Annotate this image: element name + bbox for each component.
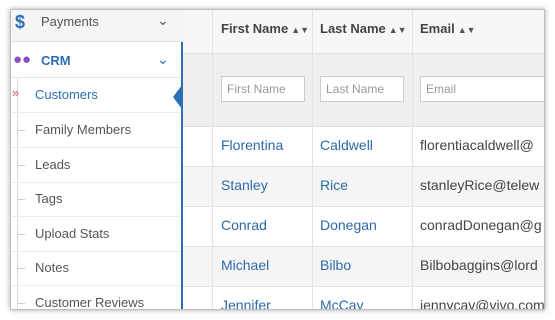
column-divider [212, 10, 213, 309]
last-name-cell[interactable]: Rice [320, 177, 348, 193]
table-row[interactable]: Michael Bilbo Bilbobaggins@lord [183, 247, 544, 287]
sidebar-item-crm[interactable]: ●● CRM ⌄ [11, 42, 181, 78]
sidebar-item-tags[interactable]: Tags [11, 182, 181, 217]
email-cell: jennycay@vivo.com [420, 297, 545, 310]
email-cell: florentiacaldwell@ [420, 137, 534, 153]
sidebar-item-notes[interactable]: Notes [11, 251, 181, 286]
first-name-cell[interactable]: Stanley [221, 177, 268, 193]
tree-branch [17, 234, 25, 235]
sidebar-item-customers[interactable]: » Customers [11, 78, 181, 113]
chevron-down-icon: ⌄ [157, 12, 169, 28]
column-header-last-name[interactable]: Last Name ▲▼ [312, 10, 412, 53]
tree-branch [17, 303, 25, 304]
email-cell: conradDonegan@g [420, 217, 542, 233]
sidebar-item-upload-stats[interactable]: Upload Stats [11, 217, 181, 252]
table-row[interactable]: Stanley Rice stanleyRice@telew [183, 167, 544, 207]
sidebar-item-family-members[interactable]: Family Members [11, 113, 181, 148]
sidebar-item-label: Customer Reviews [35, 295, 145, 310]
column-header-email[interactable]: Email ▲▼ [412, 10, 544, 53]
tree-branch [17, 199, 25, 200]
first-name-cell[interactable]: Florentina [221, 137, 283, 153]
column-divider [412, 10, 413, 309]
sidebar-item-customer-reviews[interactable]: Customer Reviews [11, 286, 181, 310]
last-name-cell[interactable]: Donegan [320, 217, 377, 233]
email-filter-input[interactable] [420, 76, 544, 102]
tree-branch [17, 165, 25, 166]
last-name-filter-input[interactable] [320, 76, 404, 102]
first-name-cell[interactable]: Conrad [221, 217, 267, 233]
column-header-first-name[interactable]: First Name ▲▼ [213, 10, 313, 53]
tree-branch [17, 130, 25, 131]
chevron-down-icon: ⌄ [157, 51, 169, 67]
last-name-cell[interactable]: Bilbo [320, 257, 351, 273]
column-divider [312, 10, 313, 309]
email-cell: Bilbobaggins@lord [420, 257, 538, 273]
app-window: $ Payments ⌄ ●● CRM ⌄ » Customers Family… [10, 9, 545, 310]
sidebar-item-label: Family Members [35, 122, 132, 137]
table-row[interactable]: Jennifer McCay jennycay@vivo.com [183, 287, 545, 310]
sidebar-item-label: Notes [35, 260, 69, 275]
active-pointer-icon [173, 85, 182, 109]
dollar-icon: $ [15, 12, 26, 32]
filter-row [183, 54, 544, 127]
sort-icon[interactable]: ▲▼ [291, 25, 309, 35]
email-cell: stanleyRice@telew [420, 177, 540, 193]
first-name-cell[interactable]: Michael [221, 257, 269, 273]
users-icon: ●● [13, 51, 32, 68]
sidebar-item-leads[interactable]: Leads [11, 148, 181, 183]
active-marker-icon: » [12, 85, 20, 100]
table-row[interactable]: Florentina Caldwell florentiacaldwell@ [183, 127, 544, 167]
sidebar-item-label: Payments [41, 14, 99, 29]
sidebar: $ Payments ⌄ ●● CRM ⌄ » Customers Family… [11, 10, 183, 309]
sidebar-item-label: CRM [41, 53, 71, 68]
first-name-filter-input[interactable] [221, 76, 305, 102]
last-name-cell[interactable]: McCay [320, 297, 364, 309]
sidebar-item-label: Leads [35, 157, 71, 172]
sidebar-item-payments[interactable]: $ Payments ⌄ [11, 10, 183, 42]
last-name-cell[interactable]: Caldwell [320, 137, 373, 153]
column-header-label: Last Name [320, 21, 386, 36]
sort-icon[interactable]: ▲▼ [389, 25, 407, 35]
sidebar-item-label: Tags [35, 191, 63, 206]
column-header-label: First Name [221, 21, 289, 36]
sidebar-item-label: Upload Stats [35, 226, 110, 241]
table-row[interactable]: Conrad Donegan conradDonegan@g [183, 207, 544, 247]
sort-icon[interactable]: ▲▼ [458, 25, 476, 35]
first-name-cell[interactable]: Jennifer [221, 297, 271, 309]
column-header-label: Email [420, 21, 455, 36]
tree-branch [17, 268, 25, 269]
sidebar-item-label: Customers [35, 87, 98, 102]
customers-table: Florentina Caldwell florentiacaldwell@ S… [183, 10, 544, 309]
